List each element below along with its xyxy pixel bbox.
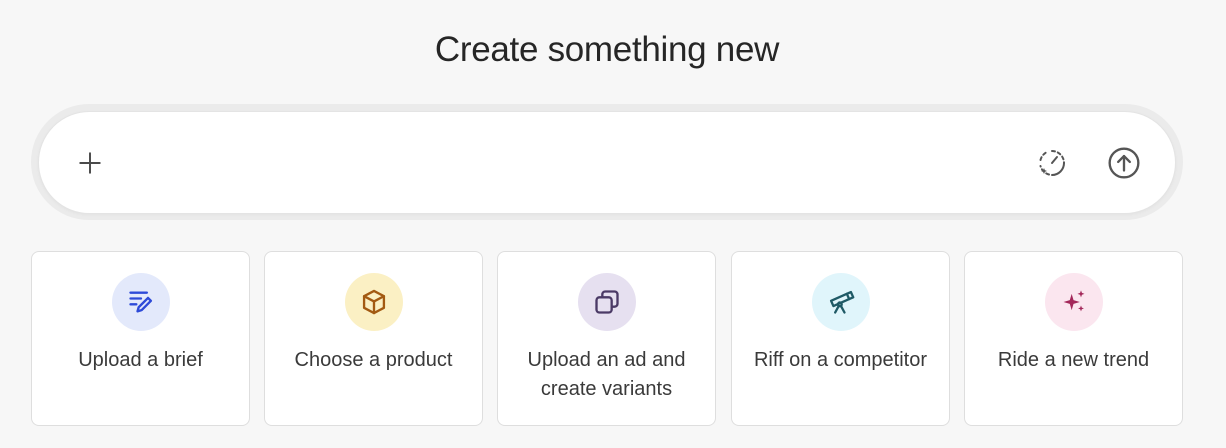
dashed-circle-sparkle-icon	[1039, 150, 1065, 176]
card-label: Upload an ad and create variants	[527, 349, 686, 400]
card-label: Riff on a competitor	[753, 349, 928, 371]
card-choose-product[interactable]: Choose a product	[264, 251, 483, 426]
card-upload-ad-variants[interactable]: Upload an ad and create variants	[497, 251, 716, 426]
telescope-icon	[829, 290, 854, 314]
page-title: Create something new	[434, 30, 780, 69]
box-icon	[362, 289, 385, 315]
sparkles-icon	[1063, 290, 1084, 312]
card-label: Upload a brief	[78, 349, 203, 371]
send-button[interactable]	[1104, 143, 1144, 183]
card-icon-badge	[577, 273, 636, 331]
card-ride-trend[interactable]: Ride a new trend	[964, 251, 1183, 426]
card-icon-badge	[811, 273, 870, 331]
quick-actions: Upload a brief Choose a product Upload a…	[31, 251, 1183, 426]
style-button[interactable]	[1032, 143, 1072, 183]
card-label: Choose a product	[294, 349, 453, 371]
pencil-lines-icon	[128, 291, 152, 313]
card-icon-badge	[111, 273, 170, 331]
card-upload-brief[interactable]: Upload a brief	[31, 251, 250, 426]
prompt-composer	[38, 111, 1176, 214]
prompt-input[interactable]	[129, 142, 1033, 184]
create-page: Create something new Upload a brief Choo…	[0, 0, 1226, 448]
card-riff-competitor[interactable]: Riff on a competitor	[731, 251, 950, 426]
add-attachment-button[interactable]	[70, 143, 110, 183]
arrow-up-circle-icon	[1108, 147, 1140, 179]
card-icon-badge	[344, 273, 403, 331]
plus-icon	[79, 152, 101, 174]
card-icon-badge	[1044, 273, 1103, 331]
card-label: Ride a new trend	[997, 349, 1150, 371]
copy-icon	[594, 290, 619, 314]
